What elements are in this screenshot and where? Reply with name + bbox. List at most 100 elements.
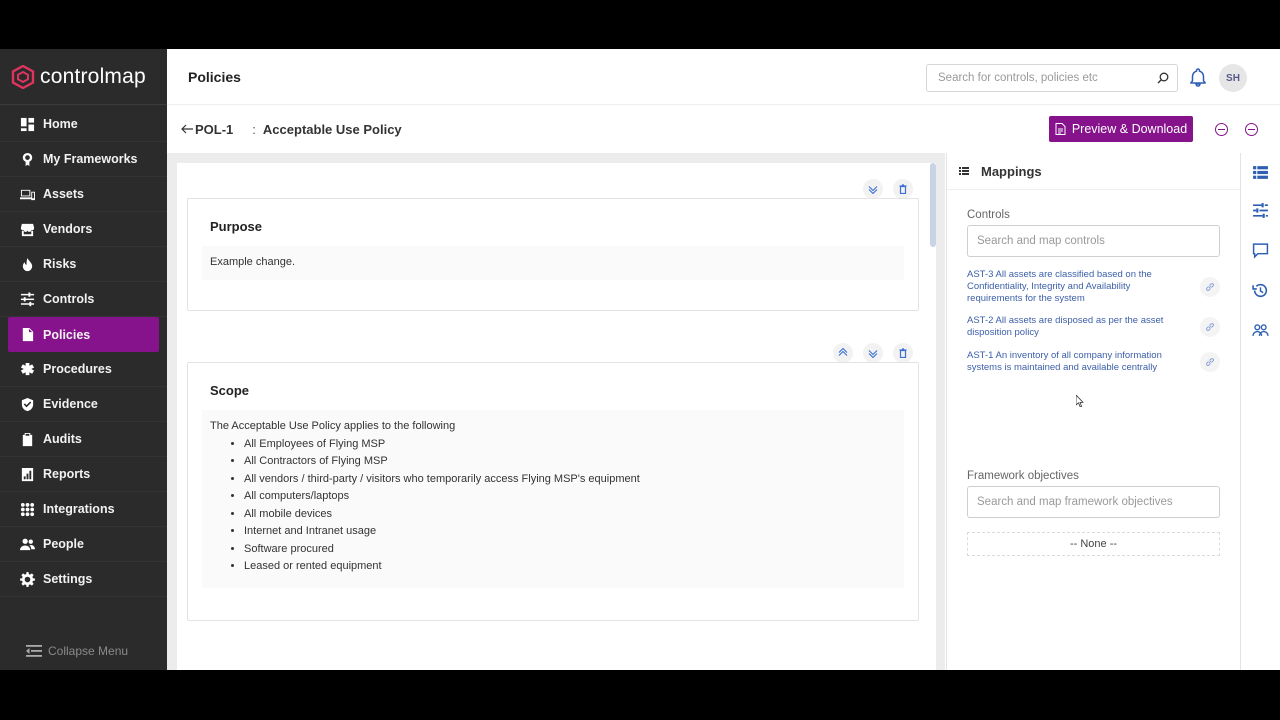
sidebar-item-home[interactable]: Home (0, 107, 167, 142)
move-down-button[interactable] (863, 179, 883, 199)
sidebar-item-label: Controls (43, 292, 95, 306)
list-item: All Contractors of Flying MSP (244, 453, 896, 471)
delete-section-button[interactable] (893, 343, 913, 363)
sidebar-item-controls[interactable]: Controls (0, 282, 167, 317)
app-window: controlmap Home My Frameworks Assets Ven… (0, 49, 1280, 670)
sidebar-item-policies[interactable]: Policies (8, 317, 159, 352)
section-purpose[interactable]: Purpose Example change. (187, 198, 919, 311)
sidebar-item-audits[interactable]: Audits (0, 422, 167, 457)
list-item: All vendors / third-party / visitors who… (244, 471, 896, 489)
back-link[interactable]: POL-1 (181, 122, 233, 137)
collapse-menu-label: Collapse Menu (48, 644, 129, 658)
sidebar-nav: Home My Frameworks Assets Vendors Risks … (0, 105, 167, 597)
map-objectives-input[interactable] (967, 486, 1220, 518)
document-icon (1055, 123, 1066, 135)
preview-download-label: Preview & Download (1071, 122, 1188, 136)
map-controls-input[interactable] (967, 225, 1220, 257)
sidebar-item-label: Audits (43, 432, 82, 446)
section-body[interactable]: The Acceptable Use Policy applies to the… (202, 410, 904, 588)
section-scope[interactable]: Scope The Acceptable Use Policy applies … (187, 362, 919, 621)
rail-mappings-button[interactable] (1247, 197, 1273, 223)
sliders-icon (1252, 202, 1268, 218)
chevron-up-icon (838, 348, 848, 356)
brand-logo[interactable]: controlmap (0, 49, 167, 105)
delete-section-button[interactable] (893, 179, 913, 199)
rail-history-button[interactable] (1251, 281, 1269, 299)
unlink-button[interactable] (1200, 352, 1220, 372)
list-item: All mobile devices (244, 506, 896, 524)
control-link[interactable]: AST-1 An inventory of all company inform… (967, 350, 1172, 374)
arrow-left-icon (181, 124, 193, 134)
gear-icon (20, 571, 35, 587)
unlink-button[interactable] (1200, 277, 1220, 297)
audits-icon (20, 432, 35, 447)
sidebar-item-label: Risks (43, 257, 77, 271)
move-up-button[interactable] (833, 343, 853, 363)
list-icon (959, 167, 969, 175)
sidebar-item-settings[interactable]: Settings (0, 562, 167, 597)
section-body[interactable]: Example change. (202, 246, 904, 280)
chevron-down-icon (868, 350, 878, 358)
team-icon (1251, 323, 1269, 336)
integrations-icon (20, 502, 35, 517)
sidebar-item-label: Home (43, 117, 78, 131)
mapped-control-item: AST-1 An inventory of all company inform… (967, 350, 1220, 374)
search-input[interactable] (938, 72, 1157, 84)
link-icon (1206, 358, 1214, 366)
sidebar-item-label: Assets (43, 187, 84, 201)
sidebar-item-label: Policies (43, 327, 91, 342)
sidebar-item-integrations[interactable]: Integrations (0, 492, 167, 527)
chevron-down-icon (868, 186, 878, 194)
mappings-panel: Mappings Controls AST-3 All assets are c… (946, 153, 1240, 670)
top-header: Policies SH (167, 49, 1280, 105)
sidebar-item-vendors[interactable]: Vendors (0, 212, 167, 247)
document-scrollbar[interactable] (930, 163, 936, 247)
unlink-button[interactable] (1200, 317, 1220, 337)
document-toolbar: POL-1 : Acceptable Use Policy Preview & … (167, 105, 1280, 153)
framework-objectives-label: Framework objectives (967, 470, 1079, 482)
move-down-button[interactable] (863, 343, 883, 363)
comment-icon (1252, 242, 1268, 259)
control-link[interactable]: AST-2 All assets are disposed as per the… (967, 315, 1172, 339)
user-avatar[interactable]: SH (1219, 64, 1247, 92)
preview-download-button[interactable]: Preview & Download (1049, 116, 1193, 142)
section-title: Scope (210, 383, 250, 398)
rail-team-button[interactable] (1251, 321, 1269, 339)
collapse-panel-icon[interactable] (1245, 123, 1258, 136)
sidebar-item-label: Reports (43, 467, 91, 481)
section-tools (863, 179, 913, 199)
sidebar-item-procedures[interactable]: Procedures (0, 352, 167, 387)
risks-icon (20, 257, 35, 272)
scope-intro: The Acceptable Use Policy applies to the… (210, 420, 456, 432)
document-content-area: Purpose Example change. Scope The Accept… (167, 153, 945, 670)
sidebar-item-risks[interactable]: Risks (0, 247, 167, 282)
scope-list: All Employees of Flying MSP All Contract… (244, 436, 896, 576)
control-link[interactable]: AST-3 All assets are classified based on… (967, 269, 1172, 305)
sidebar-item-my-frameworks[interactable]: My Frameworks (0, 142, 167, 177)
procedures-icon (20, 362, 35, 377)
sidebar-item-reports[interactable]: Reports (0, 457, 167, 492)
collapse-menu-button[interactable]: Collapse Menu (26, 644, 128, 658)
list-item: All computers/laptops (244, 488, 896, 506)
sidebar-item-label: Procedures (43, 362, 112, 376)
rail-list-button[interactable] (1251, 163, 1269, 181)
notification-bell-icon[interactable] (1188, 67, 1208, 87)
rail-comments-button[interactable] (1251, 241, 1269, 259)
dashboard-icon (20, 117, 35, 132)
document-title: Acceptable Use Policy (262, 121, 402, 137)
zoom-out-icon[interactable] (1215, 123, 1228, 136)
sidebar-item-evidence[interactable]: Evidence (0, 387, 167, 422)
controls-label: Controls (967, 209, 1010, 221)
sidebar-item-label: People (43, 537, 84, 551)
assets-icon (20, 187, 35, 202)
framework-icon (20, 152, 35, 167)
list-item: Leased or rented equipment (244, 558, 896, 576)
global-search (926, 64, 1178, 92)
sidebar: controlmap Home My Frameworks Assets Ven… (0, 49, 167, 670)
policies-icon (20, 327, 35, 342)
sidebar-item-label: Vendors (43, 222, 93, 236)
search-icon[interactable] (1157, 72, 1169, 84)
sidebar-item-assets[interactable]: Assets (0, 177, 167, 212)
sidebar-item-people[interactable]: People (0, 527, 167, 562)
policy-id: POL-1 (195, 121, 234, 137)
